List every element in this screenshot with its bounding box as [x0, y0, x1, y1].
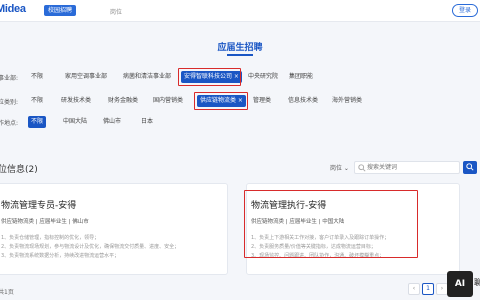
- ai-assistant-button[interactable]: AI: [447, 271, 473, 297]
- campus-recruit-tag[interactable]: 校园招聘: [44, 5, 77, 16]
- login-button[interactable]: 登录: [452, 4, 478, 17]
- chip-cleaning[interactable]: 病菌和清洁事业部: [120, 71, 174, 83]
- chip-rd-tech[interactable]: 研发技术类: [58, 95, 94, 107]
- search-box: [354, 161, 460, 174]
- job-description-line: 3、负责物流系统数据分析，持续改进物流运营水平；: [1, 253, 120, 259]
- page-count: 共1页: [0, 289, 14, 296]
- chip-domestic-marketing[interactable]: 国内营销类: [150, 95, 186, 107]
- sort-dropdown[interactable]: 岗位 ⌄: [330, 163, 349, 172]
- job-description-line: 1、负责仓储管理，指标控制的优化，领导；: [1, 235, 100, 241]
- chip-research-institute[interactable]: 中央研究院: [245, 71, 281, 83]
- chip-unlimited[interactable]: 不限: [28, 71, 46, 83]
- top-navigation-bar: Midea 校园招聘 岗位 登录: [0, 0, 480, 22]
- job-description-line: 2、负责物流现场规划，参与物流设计及优化，确保物流交付质量、进度、安全；: [1, 244, 180, 250]
- page-1-button[interactable]: 1: [422, 283, 434, 295]
- search-icon: [358, 164, 366, 172]
- chip-it[interactable]: 信息技术类: [285, 95, 321, 107]
- title-underline: [227, 54, 253, 56]
- prev-page-button[interactable]: ‹: [408, 283, 420, 295]
- filter-workplace-label: 作地点:: [0, 120, 19, 127]
- nav-jobs-link[interactable]: 岗位: [110, 7, 122, 16]
- search-button[interactable]: [463, 161, 477, 174]
- page-title: 应届生招聘: [217, 43, 263, 53]
- chip-finance[interactable]: 财务金融类: [105, 95, 141, 107]
- search-input[interactable]: [367, 162, 457, 173]
- chip-japan[interactable]: 日本: [138, 116, 156, 128]
- chip-unlimited[interactable]: 不限: [28, 95, 46, 107]
- chip-foshan[interactable]: 佛山市: [100, 116, 124, 128]
- chip-management[interactable]: 管理类: [250, 95, 274, 107]
- chip-overseas-marketing[interactable]: 海外营销类: [329, 95, 365, 107]
- job-description: 1、负责仓储管理，指标控制的优化，领导； 2、负责物流现场规划，参与物流设计及优…: [1, 234, 179, 261]
- chip-home-ac[interactable]: 家用空调事业部: [62, 71, 110, 83]
- highlight-box-card: [244, 190, 418, 258]
- chip-mainland-china[interactable]: 中国大陆: [60, 116, 90, 128]
- brand-logo[interactable]: Midea: [0, 3, 26, 15]
- filter-workplace: 作地点: 不限 中国大陆 佛山市 日本: [0, 116, 480, 128]
- job-title[interactable]: 物流管理专员-安得: [1, 198, 76, 211]
- job-meta: 供应链物流类 | 应届毕业生 | 佛山市: [1, 219, 89, 225]
- results-title: 位信息(2): [0, 165, 38, 175]
- search-icon: [466, 163, 474, 171]
- highlight-box-business: [178, 68, 241, 86]
- filter-category-label: 位类别:: [0, 99, 19, 106]
- ai-assistant-label: 聊: [474, 278, 480, 287]
- chip-unlimited-selected[interactable]: 不限: [28, 116, 47, 128]
- highlight-box-category: [194, 92, 248, 110]
- job-card[interactable]: 物流管理专员-安得 供应链物流类 | 应届毕业生 | 佛山市 1、负责仓储管理，…: [0, 183, 228, 275]
- chip-group-function[interactable]: 集团职能: [286, 71, 316, 83]
- filter-business-label: 事业部:: [0, 75, 19, 82]
